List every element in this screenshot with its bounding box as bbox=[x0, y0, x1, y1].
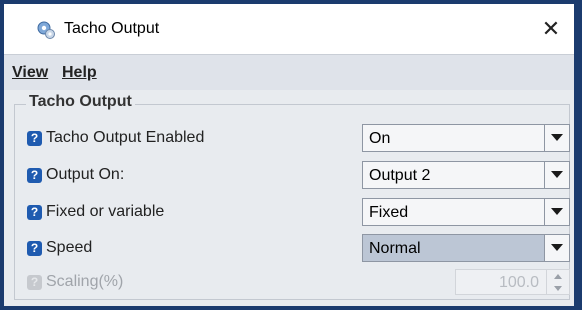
row-scaling: ? Scaling(%) bbox=[27, 272, 123, 292]
row-tacho-output-enabled: ? Tacho Output Enabled bbox=[27, 128, 204, 148]
row-label: Output On: bbox=[46, 166, 125, 183]
row-fixed-or-variable: ? Fixed or variable bbox=[27, 202, 164, 222]
help-icon[interactable]: ? bbox=[27, 130, 42, 146]
menu-bar: View Help bbox=[4, 54, 574, 91]
title-bar[interactable]: Tacho Output ✕ bbox=[4, 4, 574, 54]
group-title: Tacho Output bbox=[26, 93, 135, 111]
tacho-output-enabled-select[interactable]: On bbox=[362, 124, 570, 152]
output-on-select[interactable]: Output 2 bbox=[362, 161, 570, 189]
spinner-value: 100.0 bbox=[498, 274, 539, 291]
menu-view-label: View bbox=[12, 64, 49, 81]
combo-value: On bbox=[369, 130, 391, 147]
chevron-down-icon bbox=[554, 285, 562, 291]
close-icon: ✕ bbox=[541, 16, 561, 41]
row-label: Fixed or variable bbox=[46, 203, 165, 220]
chevron-up-icon bbox=[554, 273, 562, 279]
help-icon[interactable]: ? bbox=[27, 240, 42, 256]
combo-value: Fixed bbox=[369, 204, 409, 221]
chevron-down-icon bbox=[551, 134, 563, 141]
chevron-down-icon bbox=[551, 171, 563, 178]
spinner-down-button bbox=[547, 282, 569, 294]
row-speed: ? Speed bbox=[27, 238, 92, 258]
spinner-buttons bbox=[546, 270, 569, 294]
app-gear-icon bbox=[37, 21, 55, 39]
fixed-or-variable-select[interactable]: Fixed bbox=[362, 198, 570, 226]
menu-view[interactable]: View bbox=[12, 64, 48, 82]
speed-select[interactable]: Normal bbox=[362, 234, 570, 262]
close-button[interactable]: ✕ bbox=[528, 4, 574, 54]
row-label: Speed bbox=[46, 239, 93, 256]
combo-value: Normal bbox=[369, 240, 421, 257]
row-output-on: ? Output On: bbox=[27, 165, 124, 185]
window-title: Tacho Output bbox=[64, 20, 160, 37]
chevron-down-icon bbox=[551, 208, 563, 215]
row-label: Scaling(%) bbox=[46, 273, 124, 290]
help-icon[interactable]: ? bbox=[27, 204, 42, 220]
help-icon[interactable]: ? bbox=[27, 167, 42, 183]
chevron-down-icon bbox=[551, 244, 563, 251]
help-icon: ? bbox=[27, 274, 42, 290]
scaling-spinner: 100.0 bbox=[455, 269, 570, 295]
menu-help-label: Help bbox=[62, 64, 97, 81]
dropdown-button[interactable] bbox=[544, 235, 569, 261]
row-label: Tacho Output Enabled bbox=[46, 129, 205, 146]
dropdown-button[interactable] bbox=[544, 199, 569, 225]
dropdown-button[interactable] bbox=[544, 125, 569, 151]
menu-help[interactable]: Help bbox=[62, 64, 97, 82]
dropdown-button[interactable] bbox=[544, 162, 569, 188]
combo-value: Output 2 bbox=[369, 167, 431, 184]
spinner-up-button bbox=[547, 270, 569, 282]
